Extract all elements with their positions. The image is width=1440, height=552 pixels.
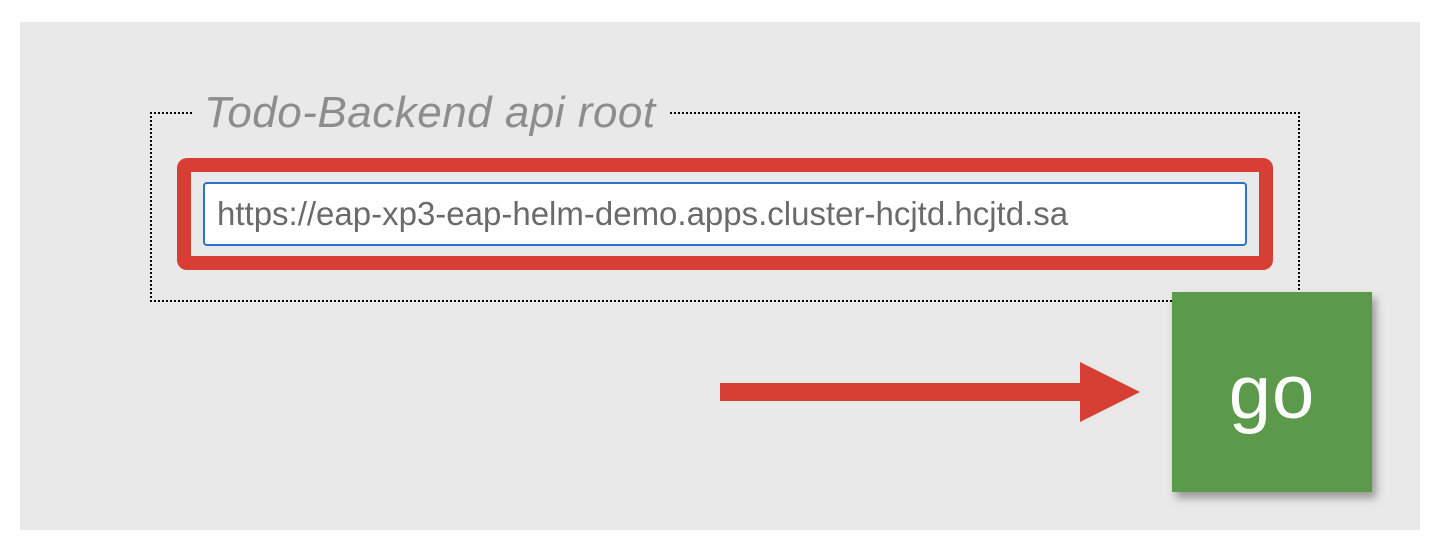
arrow-right-icon xyxy=(720,362,1140,422)
api-root-fieldset: Todo-Backend api root xyxy=(150,88,1300,302)
content-panel: Todo-Backend api root go xyxy=(20,22,1420,530)
fieldset-legend: Todo-Backend api root xyxy=(192,88,668,138)
go-button[interactable]: go xyxy=(1172,292,1372,492)
input-highlight-box xyxy=(177,158,1273,270)
api-root-url-input[interactable] xyxy=(203,182,1247,246)
